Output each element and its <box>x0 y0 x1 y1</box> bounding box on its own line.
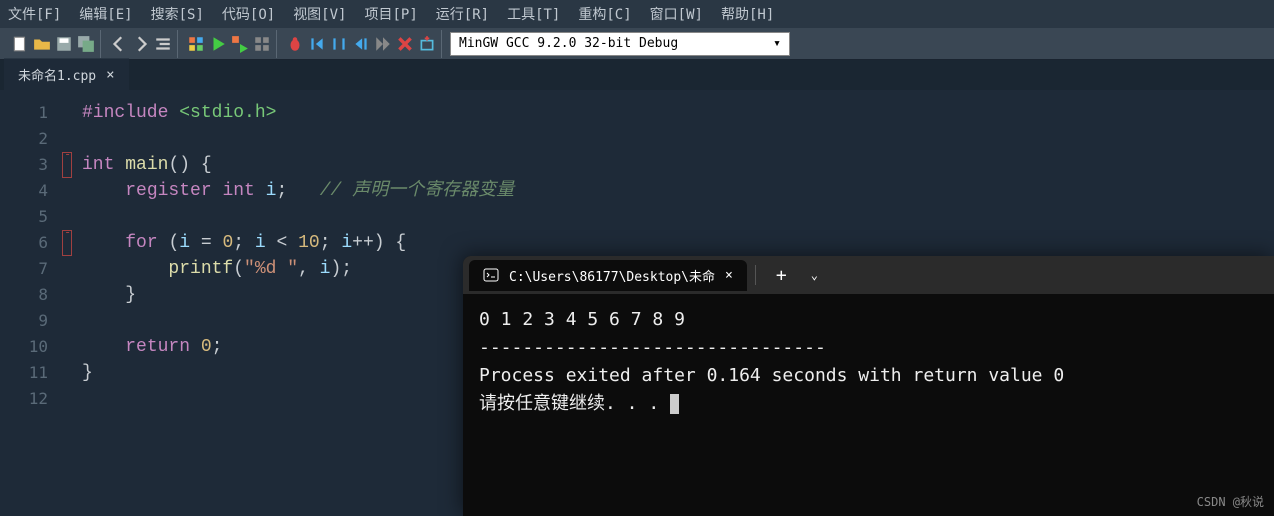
menu-run[interactable]: 运行[R] <box>436 4 489 24</box>
debug-button[interactable] <box>285 34 305 54</box>
line-number: 11 <box>0 360 48 386</box>
compiler-label: MinGW GCC 9.2.0 32-bit Debug <box>459 36 678 51</box>
terminal-tab-close-icon[interactable]: × <box>725 268 733 283</box>
terminal-icon <box>483 267 499 283</box>
line-number: 3 <box>0 152 48 178</box>
terminal-output[interactable]: 0 1 2 3 4 5 6 7 8 9 --------------------… <box>463 294 1274 430</box>
line-number: 12 <box>0 386 48 412</box>
menu-tools[interactable]: 工具[T] <box>507 4 560 24</box>
new-file-button[interactable] <box>10 34 30 54</box>
toolbar: MinGW GCC 9.2.0 32-bit Debug ▾ <box>0 28 1274 60</box>
indent-button[interactable] <box>153 34 173 54</box>
tab-title: 未命名1.cpp <box>18 65 96 84</box>
menu-bar: 文件[F] 编辑[E] 搜索[S] 代码[O] 视图[V] 项目[P] 运行[R… <box>0 0 1274 28</box>
menu-help[interactable]: 帮助[H] <box>721 4 774 24</box>
back-button[interactable] <box>109 34 129 54</box>
menu-refactor[interactable]: 重构[C] <box>578 4 631 24</box>
line-number: 1 <box>0 100 48 126</box>
compile-button[interactable] <box>186 34 206 54</box>
run-button[interactable] <box>208 34 228 54</box>
menu-project[interactable]: 项目[P] <box>364 4 417 24</box>
forward-button[interactable] <box>131 34 151 54</box>
menu-search[interactable]: 搜索[S] <box>151 4 204 24</box>
terminal-window: C:\Users\86177\Desktop\未命 × + ⌄ 0 1 2 3 … <box>463 256 1274 516</box>
compiler-select[interactable]: MinGW GCC 9.2.0 32-bit Debug ▾ <box>450 32 790 56</box>
tab-close-icon[interactable]: × <box>106 67 114 83</box>
line-number: 6 <box>0 230 48 256</box>
step-into-button[interactable] <box>329 34 349 54</box>
line-number: 7 <box>0 256 48 282</box>
line-number: 2 <box>0 126 48 152</box>
fold-column <box>60 90 74 516</box>
tab-file[interactable]: 未命名1.cpp × <box>4 58 129 90</box>
menu-file[interactable]: 文件[F] <box>8 4 61 24</box>
menu-view[interactable]: 视图[V] <box>293 4 346 24</box>
separator <box>755 265 756 285</box>
fold-toggle-icon[interactable] <box>62 152 72 178</box>
terminal-tab[interactable]: C:\Users\86177\Desktop\未命 × <box>469 260 747 291</box>
watermark: CSDN @秋说 <box>1197 493 1264 510</box>
step-out-button[interactable] <box>351 34 371 54</box>
new-tab-button[interactable]: + <box>764 265 799 286</box>
menu-window[interactable]: 窗口[W] <box>650 4 703 24</box>
step-over-button[interactable] <box>307 34 327 54</box>
stop-debug-button[interactable] <box>395 34 415 54</box>
save-button[interactable] <box>54 34 74 54</box>
line-gutter: 1 2 3 4 5 6 7 8 9 10 11 12 <box>0 90 60 516</box>
add-watch-button[interactable] <box>417 34 437 54</box>
menu-code[interactable]: 代码[O] <box>222 4 275 24</box>
line-number: 5 <box>0 204 48 230</box>
line-number: 8 <box>0 282 48 308</box>
save-all-button[interactable] <box>76 34 96 54</box>
tab-dropdown-icon[interactable]: ⌄ <box>803 268 826 282</box>
line-number: 10 <box>0 334 48 360</box>
fold-toggle-icon[interactable] <box>62 230 72 256</box>
terminal-tabbar: C:\Users\86177\Desktop\未命 × + ⌄ <box>463 256 1274 294</box>
terminal-tab-title: C:\Users\86177\Desktop\未命 <box>509 266 715 285</box>
cursor-icon <box>670 394 679 414</box>
line-number: 9 <box>0 308 48 334</box>
compile-run-button[interactable] <box>230 34 250 54</box>
menu-edit[interactable]: 编辑[E] <box>79 4 132 24</box>
rebuild-button[interactable] <box>252 34 272 54</box>
tab-bar: 未命名1.cpp × <box>0 60 1274 90</box>
line-number: 4 <box>0 178 48 204</box>
chevron-down-icon: ▾ <box>773 36 781 51</box>
open-file-button[interactable] <box>32 34 52 54</box>
continue-button[interactable] <box>373 34 393 54</box>
